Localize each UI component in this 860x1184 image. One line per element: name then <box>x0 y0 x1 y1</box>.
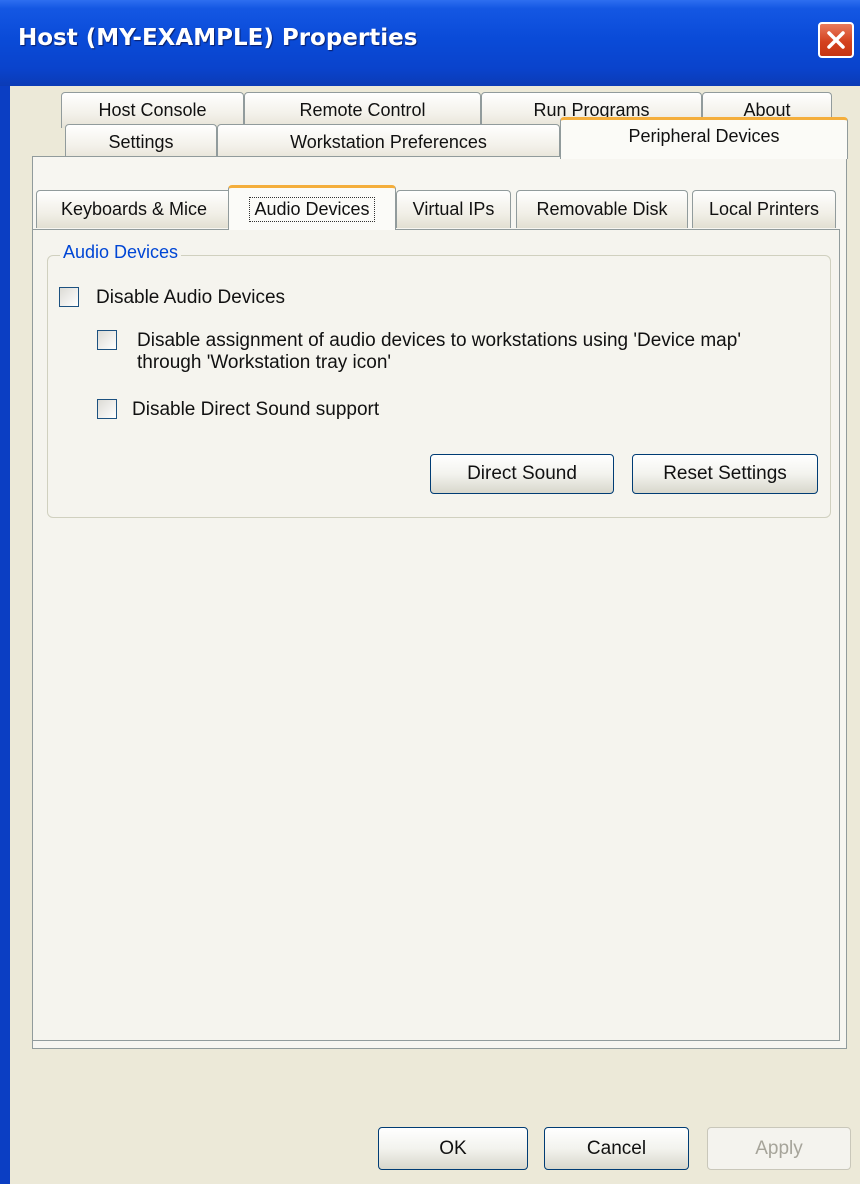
disable-audio-checkbox[interactable] <box>59 287 79 307</box>
close-icon <box>827 31 845 49</box>
group-title: Audio Devices <box>60 242 182 263</box>
tab-remote-control[interactable]: Remote Control <box>244 92 481 128</box>
tab-label: Settings <box>108 132 174 152</box>
ok-button[interactable]: OK <box>378 1127 528 1170</box>
tab-workstation-preferences[interactable]: Workstation Preferences <box>217 124 560 160</box>
close-button[interactable] <box>818 22 854 58</box>
tab-keyboards-mice[interactable]: Keyboards & Mice <box>36 190 232 228</box>
tab-audio-devices[interactable]: Audio Devices <box>228 185 396 230</box>
tab-label: Remote Control <box>299 100 426 120</box>
tab-label: Audio Devices <box>249 196 375 222</box>
tab-local-printers[interactable]: Local Printers <box>692 190 836 228</box>
tab-settings[interactable]: Settings <box>65 124 217 160</box>
tab-label: Workstation Preferences <box>290 132 487 152</box>
disable-audio-label: Disable Audio Devices <box>96 287 286 308</box>
disable-direct-sound-option[interactable]: Disable Direct Sound support <box>97 399 379 421</box>
audio-devices-groupbox: Audio Devices Disable Audio Devices Disa… <box>47 242 831 518</box>
tab-host-console[interactable]: Host Console <box>61 92 244 128</box>
tab-label: Keyboards & Mice <box>60 199 208 219</box>
disable-direct-sound-checkbox[interactable] <box>97 399 117 419</box>
reset-settings-button[interactable]: Reset Settings <box>632 454 818 494</box>
disable-assignment-checkbox[interactable] <box>97 330 117 350</box>
disable-direct-sound-label: Disable Direct Sound support <box>132 399 380 420</box>
dialog-client-area: Host Console Remote Control Run Programs… <box>10 86 860 1184</box>
audio-devices-panel: Audio Devices Disable Audio Devices Disa… <box>32 229 840 1041</box>
disable-assignment-label: Disable assignment of audio devices to w… <box>137 330 741 373</box>
properties-window: Host (MY-EXAMPLE) Properties Host Consol… <box>0 0 860 1184</box>
disable-audio-option[interactable]: Disable Audio Devices <box>59 287 285 309</box>
tab-label: Host Console <box>98 100 207 120</box>
disable-assignment-option[interactable]: Disable assignment of audio devices to w… <box>97 330 797 374</box>
tab-virtual-ips[interactable]: Virtual IPs <box>396 190 511 228</box>
tab-label: Removable Disk <box>536 199 668 219</box>
window-title: Host (MY-EXAMPLE) Properties <box>18 25 418 51</box>
apply-button[interactable]: Apply <box>707 1127 851 1170</box>
cancel-button[interactable]: Cancel <box>544 1127 689 1170</box>
title-bar[interactable]: Host (MY-EXAMPLE) Properties <box>0 0 860 86</box>
tab-removable-disk[interactable]: Removable Disk <box>516 190 688 228</box>
tab-label: Local Printers <box>708 199 820 219</box>
direct-sound-button[interactable]: Direct Sound <box>430 454 614 494</box>
tab-peripheral-devices[interactable]: Peripheral Devices <box>560 117 848 159</box>
tab-label: Peripheral Devices <box>628 126 780 146</box>
tab-label: Virtual IPs <box>412 199 495 219</box>
